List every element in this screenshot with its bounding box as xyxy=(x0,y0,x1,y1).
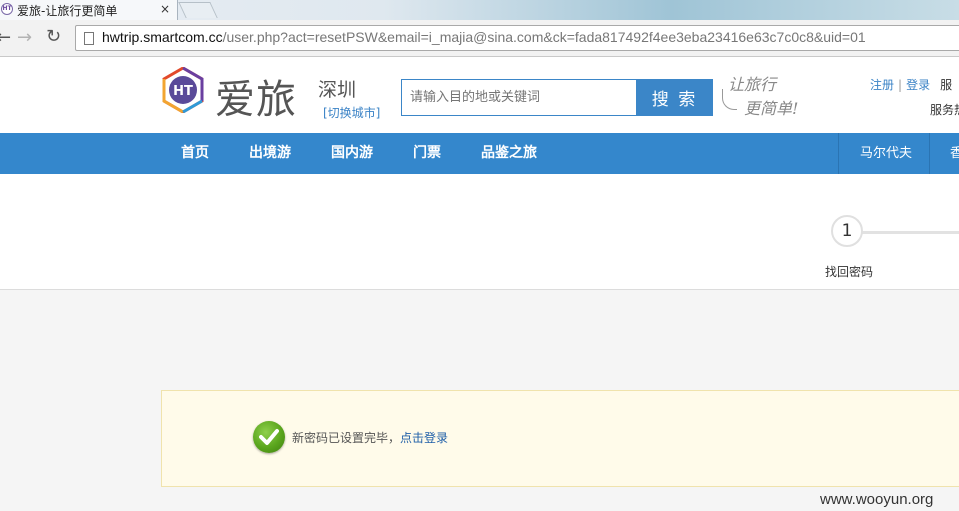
address-bar[interactable]: hwtrip.smartcom.cc/user.php?act=resetPSW… xyxy=(75,25,959,51)
nav-item-tickets[interactable]: 门票 xyxy=(413,133,441,174)
click-login-link[interactable]: 点击登录 xyxy=(400,431,448,445)
main-content: 新密码已设置完毕，点击登录 xyxy=(0,290,959,511)
login-link[interactable]: 登录 xyxy=(906,78,930,92)
nav-item-hongkong[interactable]: 香 xyxy=(950,133,959,174)
tab-title: 爱旅-让旅行更简单 xyxy=(17,4,118,18)
browser-tab[interactable]: HT 爱旅-让旅行更简单 × xyxy=(0,0,178,20)
nav-item-maldives[interactable]: 马尔代夫 xyxy=(860,133,912,174)
page-icon xyxy=(84,32,94,45)
nav-divider xyxy=(838,133,839,174)
back-arrow-icon[interactable]: ← xyxy=(0,27,11,48)
service-hotline: 服务热 xyxy=(930,103,959,117)
nav-divider xyxy=(929,133,930,174)
forward-arrow-icon[interactable]: → xyxy=(17,27,32,48)
link-separator: | xyxy=(898,78,903,92)
progress-steps: 1 找回密码 xyxy=(0,174,959,290)
site-logo-text[interactable]: 爱旅 xyxy=(215,67,297,125)
nav-item-domestic[interactable]: 国内游 xyxy=(331,133,373,174)
success-notice: 新密码已设置完毕，点击登录 xyxy=(161,390,959,487)
success-message-text: 新密码已设置完毕， xyxy=(292,431,401,445)
watermark: www.wooyun.org xyxy=(820,491,934,508)
current-city: 深圳 xyxy=(318,79,357,101)
success-message: 新密码已设置完毕，点击登录 xyxy=(292,429,448,446)
url-path: /user.php?act=resetPSW&email=i_majia@sin… xyxy=(222,29,866,45)
step-1-label: 找回密码 xyxy=(825,265,874,279)
nav-item-outbound[interactable]: 出境游 xyxy=(249,133,291,174)
close-tab-icon[interactable]: × xyxy=(160,2,170,16)
site-header: HT 爱旅 深圳 [切换城市] 搜 索 让旅行 更简单! 注册 |登录服 服务热 xyxy=(0,57,959,133)
step-connector xyxy=(862,231,959,234)
search-input[interactable] xyxy=(401,79,637,116)
ht-logo-icon[interactable]: HT xyxy=(160,66,206,114)
nav-item-home[interactable]: 首页 xyxy=(181,133,209,174)
url-host: hwtrip.smartcom.cc xyxy=(102,29,223,45)
extra-link[interactable]: 服 xyxy=(940,78,952,92)
slogan-line-2: 更简单! xyxy=(744,99,799,118)
slogan-swoosh xyxy=(722,89,737,110)
register-link[interactable]: 注册 xyxy=(870,78,894,92)
new-tab-button[interactable] xyxy=(178,2,218,18)
account-links: 注册 | 登录服 xyxy=(870,76,952,93)
nav-item-tasting-tour[interactable]: 品鉴之旅 xyxy=(481,133,537,174)
search-button[interactable]: 搜 索 xyxy=(636,79,713,116)
reload-icon[interactable]: ↻ xyxy=(46,26,61,47)
main-nav: 首页 出境游 国内游 门票 品鉴之旅 马尔代夫 香 xyxy=(0,133,959,174)
success-check-icon xyxy=(253,421,285,453)
browser-tab-strip: HT 爱旅-让旅行更简单 × xyxy=(0,0,959,20)
step-1-circle: 1 xyxy=(831,215,863,247)
switch-city-link[interactable]: [切换城市] xyxy=(323,104,380,121)
slogan: 让旅行 更简单! xyxy=(722,71,812,121)
svg-text:HT: HT xyxy=(173,84,193,99)
url-text[interactable]: hwtrip.smartcom.cc/user.php?act=resetPSW… xyxy=(102,29,866,45)
site-favicon-icon: HT xyxy=(1,3,13,15)
browser-toolbar: ← → ↻ hwtrip.smartcom.cc/user.php?act=re… xyxy=(0,20,959,57)
